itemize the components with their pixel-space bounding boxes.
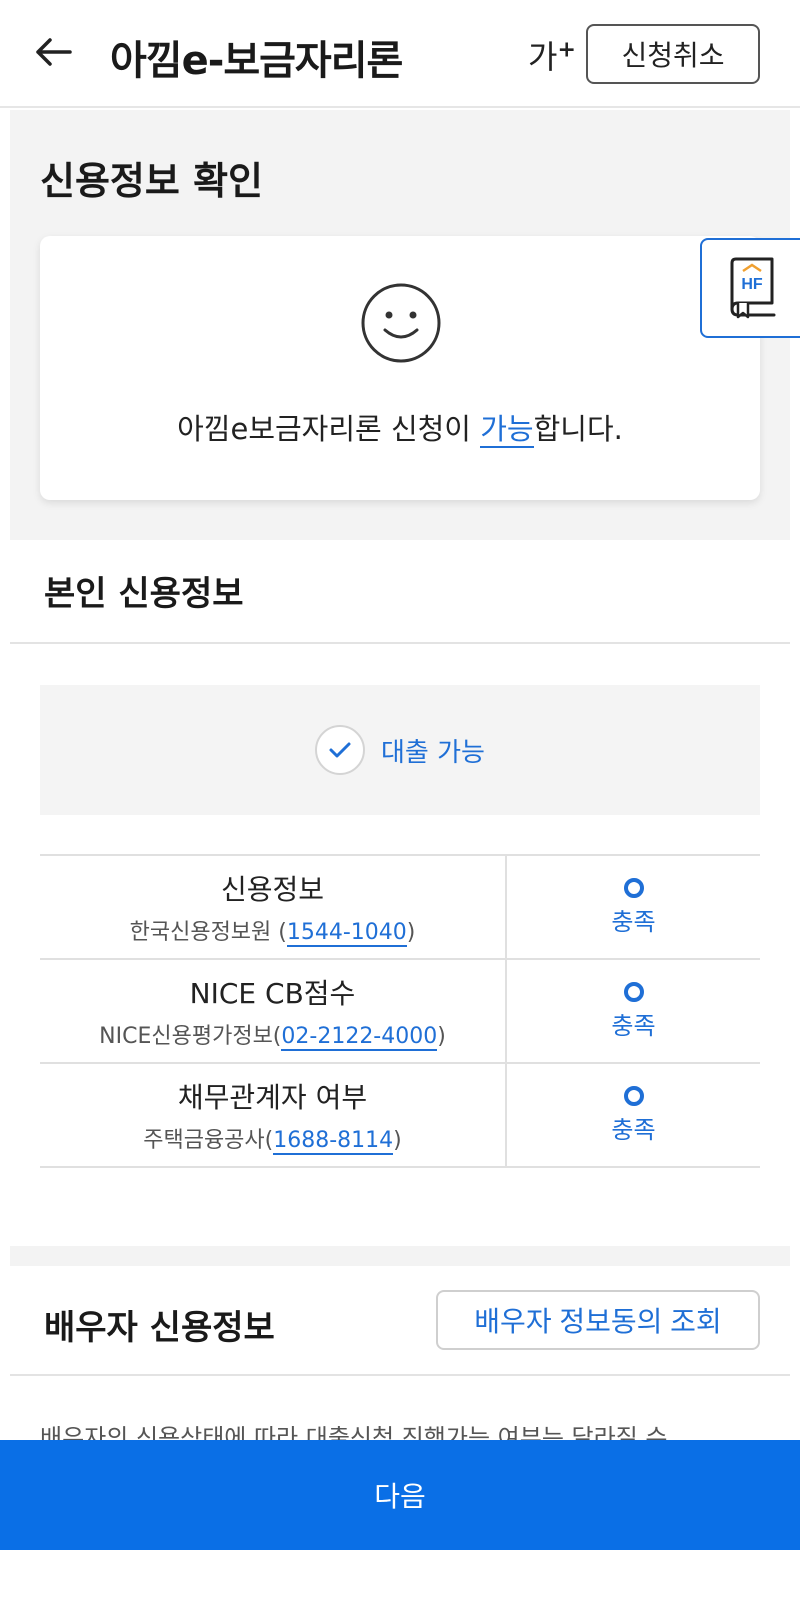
source-prefix: NICE신용평가정보( bbox=[99, 1024, 282, 1049]
font-size-plus: + bbox=[557, 37, 576, 63]
self-credit-title: 본인 신용정보 bbox=[40, 566, 248, 617]
table-row: 신용정보 한국신용정보원 (1544-1040) 충족 bbox=[40, 856, 760, 960]
credit-item-source: 한국신용정보원 (1544-1040) bbox=[129, 914, 416, 947]
credit-item-name: 채무관계자 여부 bbox=[177, 1081, 368, 1114]
self-credit-title-text: 본인 신용정보 bbox=[44, 574, 244, 614]
phone-link[interactable]: 1688-8114 bbox=[273, 1128, 394, 1155]
loan-status-box: 대출 가능 bbox=[40, 685, 760, 815]
arrow-left-icon bbox=[36, 38, 72, 66]
font-size-button[interactable]: 가+ bbox=[528, 32, 576, 78]
source-suffix: ) bbox=[406, 920, 416, 945]
credit-info-table: 신용정보 한국신용정보원 (1544-1040) 충족 NICE CB점수 NI… bbox=[40, 854, 760, 1168]
credit-item-source: NICE신용평가정보(02-2122-4000) bbox=[99, 1018, 446, 1051]
result-suffix: 합니다. bbox=[533, 412, 623, 446]
credit-result: 충족 bbox=[611, 907, 656, 936]
table-row: NICE CB점수 NICE신용평가정보(02-2122-4000) 충족 bbox=[40, 960, 760, 1064]
result-card: 아낌e보금자리론 신청이 가능합니다. bbox=[40, 236, 760, 500]
section-divider bbox=[10, 1374, 790, 1376]
result-prefix: 아낌e보금자리론 신청이 bbox=[177, 412, 481, 446]
smiley-face-icon bbox=[361, 283, 441, 363]
section-separator bbox=[10, 1246, 790, 1266]
font-size-label: 가 bbox=[528, 38, 558, 76]
loan-status-label: 대출 가능 bbox=[381, 737, 485, 768]
back-button[interactable] bbox=[30, 30, 74, 74]
result-message: 아낌e보금자리론 신청이 가능합니다. bbox=[40, 406, 760, 448]
credit-item-name: 신용정보 bbox=[220, 873, 325, 906]
spouse-consent-inquiry-button[interactable]: 배우자 정보동의 조회 bbox=[436, 1290, 760, 1350]
source-prefix: 한국신용정보원 ( bbox=[129, 920, 287, 945]
credit-item-source: 주택금융공사(1688-8114) bbox=[143, 1122, 402, 1155]
app-header: 아낌e-보금자리론 가+ 신청취소 bbox=[0, 0, 800, 108]
table-row: 채무관계자 여부 주택금융공사(1688-8114) 충족 bbox=[40, 1064, 760, 1168]
source-suffix: ) bbox=[437, 1024, 446, 1049]
bottom-safe-area bbox=[0, 1550, 800, 1616]
circle-o-icon bbox=[623, 877, 644, 898]
credit-item-name: NICE CB점수 bbox=[189, 977, 356, 1010]
spouse-credit-title-text: 배우자 신용정보 bbox=[44, 1308, 275, 1348]
guide-book-tab[interactable]: HF bbox=[700, 238, 800, 338]
credit-item-cell: NICE CB점수 NICE신용평가정보(02-2122-4000) bbox=[40, 960, 507, 1062]
guide-logo-text: HF bbox=[741, 276, 763, 293]
phone-link[interactable]: 1544-1040 bbox=[286, 920, 407, 947]
next-button[interactable]: 다음 bbox=[0, 1440, 800, 1550]
phone-link[interactable]: 02-2122-4000 bbox=[281, 1024, 438, 1051]
credit-item-cell: 신용정보 한국신용정보원 (1544-1040) bbox=[40, 856, 507, 958]
page-title: 아낌e-보금자리론 bbox=[110, 38, 403, 84]
section-divider bbox=[10, 642, 790, 644]
credit-check-section: 신용정보 확인 아낌e보금자리론 신청이 가능합니다. bbox=[10, 110, 790, 540]
circle-o-icon bbox=[623, 1085, 644, 1106]
check-icon bbox=[329, 742, 351, 758]
source-prefix: 주택금융공사( bbox=[143, 1128, 274, 1153]
credit-result-cell: 충족 bbox=[507, 1064, 760, 1166]
credit-result-cell: 충족 bbox=[507, 960, 760, 1062]
credit-check-title: 신용정보 확인 bbox=[40, 159, 263, 203]
credit-result: 충족 bbox=[611, 1115, 656, 1144]
cancel-application-button[interactable]: 신청취소 bbox=[586, 24, 760, 84]
source-suffix: ) bbox=[393, 1128, 402, 1153]
guide-book-icon: HF bbox=[730, 257, 776, 319]
credit-result: 충족 bbox=[611, 1011, 656, 1040]
credit-result-cell: 충족 bbox=[507, 856, 760, 958]
check-circle bbox=[315, 725, 366, 775]
credit-item-cell: 채무관계자 여부 주택금융공사(1688-8114) bbox=[40, 1064, 507, 1166]
result-highlight: 가능 bbox=[480, 412, 534, 448]
spouse-credit-title: 배우자 신용정보 bbox=[40, 1300, 280, 1351]
circle-o-icon bbox=[623, 981, 644, 1002]
